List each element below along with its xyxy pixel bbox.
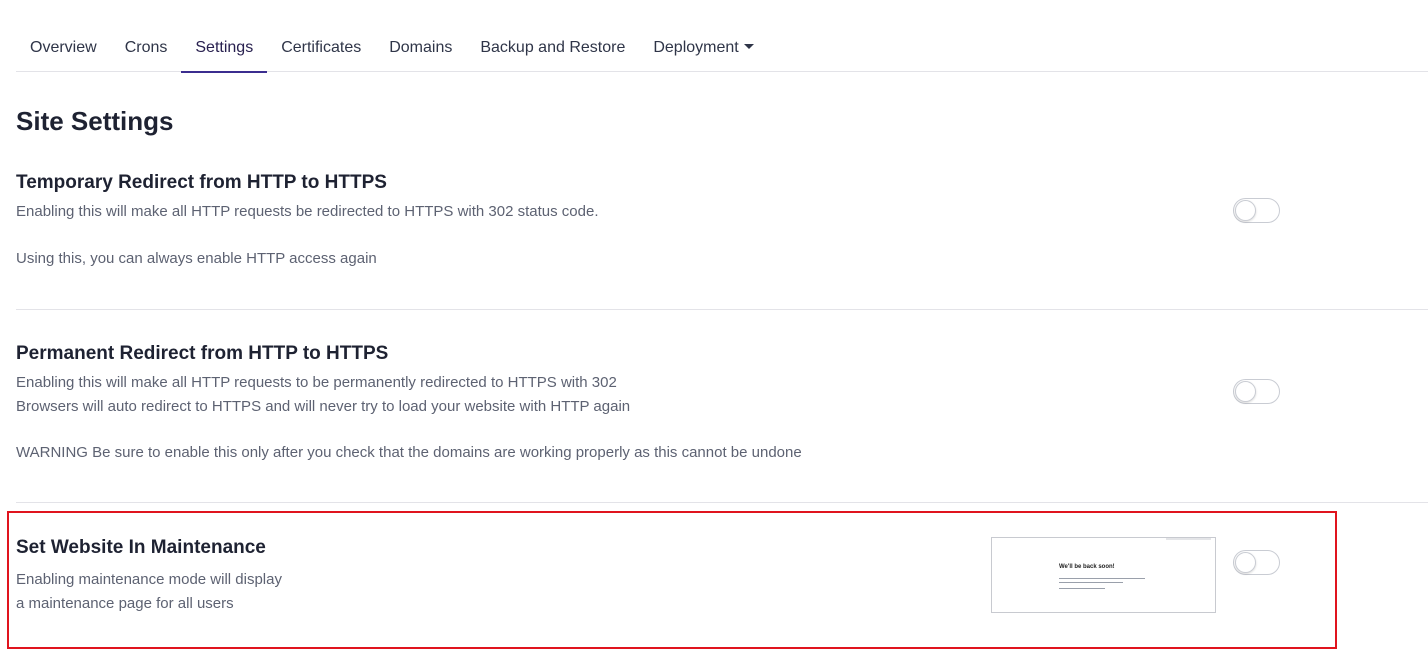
tab-overview[interactable]: Overview bbox=[16, 28, 111, 72]
toggle-knob bbox=[1235, 200, 1256, 221]
preview-text-line bbox=[1059, 582, 1123, 583]
permanent-redirect-toggle[interactable] bbox=[1233, 379, 1280, 404]
maintenance-section: Set Website In Maintenance Enabling main… bbox=[16, 537, 1428, 615]
tab-settings[interactable]: Settings bbox=[181, 28, 268, 73]
preview-title: We'll be back soon! bbox=[1059, 564, 1115, 570]
temporary-redirect-title: Temporary Redirect from HTTP to HTTPS bbox=[16, 172, 387, 193]
toggle-knob bbox=[1235, 552, 1256, 573]
permanent-redirect-desc-2: Browsers will auto redirect to HTTPS and… bbox=[16, 397, 631, 415]
tab-deployment-label: Deployment bbox=[653, 39, 739, 56]
maintenance-title: Set Website In Maintenance bbox=[16, 537, 266, 558]
tab-domains[interactable]: Domains bbox=[375, 28, 466, 72]
section-divider bbox=[16, 309, 1428, 310]
permanent-redirect-warning: WARNING Be sure to enable this only afte… bbox=[16, 444, 802, 461]
tab-certificates[interactable]: Certificates bbox=[267, 28, 375, 72]
toggle-knob bbox=[1235, 381, 1256, 402]
temporary-redirect-desc-2: Using this, you can always enable HTTP a… bbox=[16, 249, 377, 267]
temporary-redirect-toggle[interactable] bbox=[1233, 198, 1280, 223]
maintenance-desc-1: Enabling maintenance mode will display bbox=[16, 571, 282, 588]
tab-backup-and-restore[interactable]: Backup and Restore bbox=[466, 28, 639, 72]
temporary-redirect-section: Temporary Redirect from HTTP to HTTPS En… bbox=[16, 172, 1428, 270]
permanent-redirect-title: Permanent Redirect from HTTP to HTTPS bbox=[16, 343, 389, 364]
preview-topbar bbox=[1166, 538, 1211, 540]
page-title: Site Settings bbox=[16, 106, 174, 136]
tab-crons[interactable]: Crons bbox=[111, 28, 182, 72]
permanent-redirect-desc-1: Enabling this will make all HTTP request… bbox=[16, 374, 617, 391]
permanent-redirect-section: Permanent Redirect from HTTP to HTTPS En… bbox=[16, 343, 1428, 465]
maintenance-desc-2: a maintenance page for all users bbox=[16, 594, 234, 612]
preview-text-line bbox=[1059, 578, 1145, 579]
caret-down-icon bbox=[743, 44, 754, 49]
maintenance-toggle[interactable] bbox=[1233, 550, 1280, 575]
tab-bar: Overview Crons Settings Certificates Dom… bbox=[16, 28, 1428, 73]
tab-deployment[interactable]: Deployment bbox=[639, 28, 767, 72]
preview-text-line bbox=[1059, 588, 1105, 589]
temporary-redirect-desc-1: Enabling this will make all HTTP request… bbox=[16, 203, 599, 220]
maintenance-page-preview: We'll be back soon! bbox=[991, 537, 1216, 613]
section-divider bbox=[16, 502, 1428, 503]
